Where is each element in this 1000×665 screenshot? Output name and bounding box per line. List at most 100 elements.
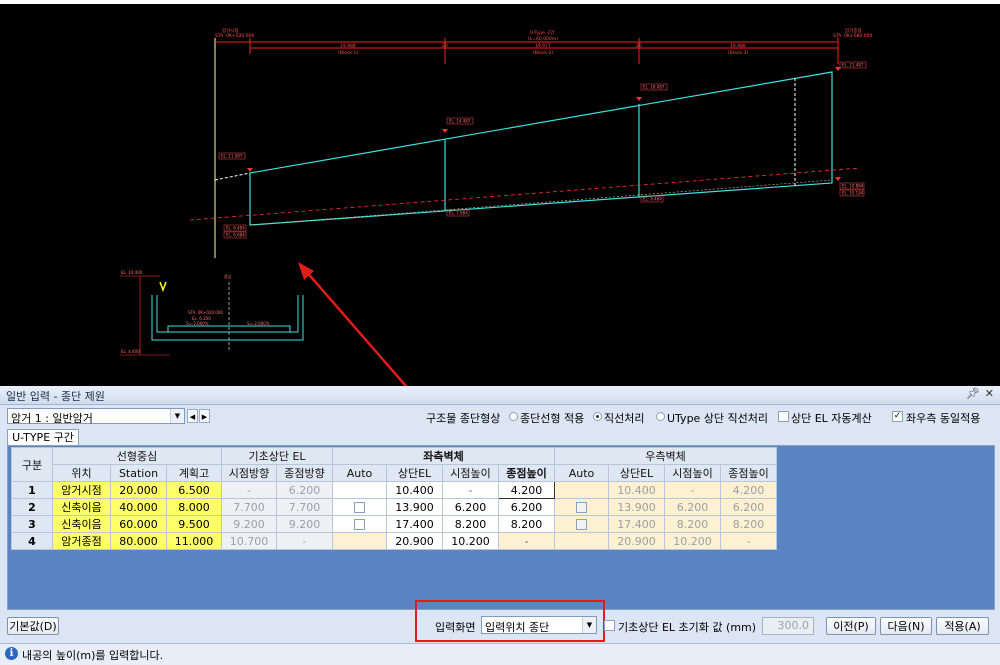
same-apply-label[interactable]: 좌우측 동일적용 <box>906 410 980 426</box>
cad-drawing-view[interactable]: STA. 0K+020.000 암거시점 STA. 0K+080.000 암거종… <box>0 0 1000 386</box>
cad-label: (Block-3) <box>728 50 748 56</box>
cad-label: 19.977 <box>535 43 551 49</box>
cell-pos[interactable]: 암거시점 <box>52 481 111 499</box>
cell-l-top[interactable]: 20.900 <box>386 532 443 550</box>
col-r-top: 상단EL <box>608 464 665 482</box>
prev-button[interactable]: 이전(P) <box>826 617 876 635</box>
next-button[interactable]: 다음(N) <box>880 617 932 635</box>
cell-r-end: 4.200 <box>720 481 777 499</box>
prev-culvert-button[interactable]: ◀ <box>187 409 198 423</box>
cad-top-border <box>0 0 1000 4</box>
radio-straight[interactable] <box>593 412 602 421</box>
annotation-arrow <box>304 269 408 386</box>
init-value-label[interactable]: 기초상단 EL 초기화 값 (mm) <box>618 619 756 635</box>
culvert-select-value: 암거 1 : 일반암거 <box>11 412 93 425</box>
cell-pos[interactable]: 암거종점 <box>52 532 111 550</box>
cell-l-end[interactable]: 8.200 <box>498 515 555 533</box>
col-l-auto: Auto <box>332 464 387 482</box>
cell-r-start: 8.200 <box>664 515 721 533</box>
el-label: STA. 0K+020.000 <box>188 310 223 315</box>
foundation-line <box>249 179 833 226</box>
default-button[interactable]: 기본값(D) <box>7 617 59 635</box>
cad-label: 19.988 <box>340 43 356 49</box>
auto-el-checkbox[interactable] <box>778 411 789 422</box>
cell-plan[interactable]: 11.000 <box>166 532 222 550</box>
cell-l-top[interactable]: 13.900 <box>386 498 443 516</box>
col-plan: 계획고 <box>166 464 222 482</box>
radio-profile-apply-label[interactable]: 종단선형 적용 <box>520 410 584 426</box>
cell-l-auto[interactable] <box>332 498 387 516</box>
cell-l-top[interactable]: 10.400 <box>386 481 443 499</box>
apply-button[interactable]: 적용(A) <box>936 617 989 635</box>
chevron-down-icon[interactable]: ▼ <box>170 409 184 423</box>
radio-profile-apply[interactable] <box>509 412 518 421</box>
el-label: EL. 10.400 <box>121 270 143 275</box>
cell-l-start[interactable]: 6.200 <box>442 498 499 516</box>
cell-f-end: 6.200 <box>276 481 333 499</box>
cell-l-start[interactable]: 10.200 <box>442 532 499 550</box>
el-label: S=-2.000% <box>247 321 270 326</box>
cell-f-start: 7.700 <box>221 498 277 516</box>
col-r-start: 시점높이 <box>664 464 721 482</box>
cad-label: (Block-2) <box>533 50 553 56</box>
cell-l-auto <box>332 481 387 499</box>
table-row: 3 신축이음 60.000 9.500 9.200 9.200 17.400 8… <box>11 515 777 533</box>
cell-l-top[interactable]: 17.400 <box>386 515 443 533</box>
el-triangle <box>442 129 448 133</box>
close-icon[interactable]: ✕ <box>985 387 994 400</box>
cad-label: 암거시점 <box>222 27 239 34</box>
cell-station[interactable]: 20.000 <box>110 481 167 499</box>
cell-f-start: 10.700 <box>221 532 277 550</box>
cell-plan[interactable]: 9.500 <box>166 515 222 533</box>
cell-r-top: 20.900 <box>608 532 665 550</box>
cell-station[interactable]: 40.000 <box>110 498 167 516</box>
radio-utype-straight-label[interactable]: UType 상단 직선처리 <box>667 410 768 426</box>
pin-icon[interactable]: 📌︎ <box>966 387 980 400</box>
cell-l-auto[interactable] <box>332 515 387 533</box>
col-l-end: 종점높이 <box>498 464 555 482</box>
el-triangle <box>835 67 841 71</box>
cell-pos[interactable]: 신축이음 <box>52 515 111 533</box>
cell-station[interactable]: 60.000 <box>110 515 167 533</box>
el-label: EL. 4.400 <box>121 349 140 354</box>
cell-station[interactable]: 80.000 <box>110 532 167 550</box>
cad-label: 20 <box>636 43 642 49</box>
cad-label: 20 <box>442 43 448 49</box>
row-no: 2 <box>11 498 53 516</box>
header-right-wall: 우측벽체 <box>554 447 777 465</box>
auto-checkbox[interactable] <box>354 502 365 513</box>
cad-label: 19.988 <box>730 43 746 49</box>
col-r-auto: Auto <box>554 464 609 482</box>
auto-checkbox[interactable] <box>354 519 365 530</box>
table-row: 4 암거종점 80.000 11.000 10.700 - 20.900 10.… <box>11 532 777 550</box>
el-label: S=-2.000% <box>186 321 209 326</box>
el-label: EL. 9.484 <box>643 197 662 202</box>
cell-l-end[interactable]: 6.200 <box>498 498 555 516</box>
cell-l-start[interactable]: - <box>442 481 499 499</box>
cell-r-auto <box>554 481 609 499</box>
auto-el-label[interactable]: 상단 EL 자동계산 <box>791 410 872 426</box>
culvert-select[interactable]: 암거 1 : 일반암거 ▼ <box>7 408 185 425</box>
cell-l-start[interactable]: 8.200 <box>442 515 499 533</box>
cad-label: (L=60.000m) <box>528 36 558 42</box>
el-triangle <box>247 168 253 172</box>
cell-plan[interactable]: 6.500 <box>166 481 222 499</box>
init-value-input[interactable]: 300.0 <box>762 617 814 635</box>
cell-r-start: 10.200 <box>664 532 721 550</box>
highlight-box <box>415 600 605 642</box>
tab-utype-section[interactable]: U-TYPE 구간 <box>7 429 79 446</box>
next-culvert-button[interactable]: ▶ <box>199 409 210 423</box>
cad-canvas: STA. 0K+020.000 암거시점 STA. 0K+080.000 암거종… <box>0 0 1000 386</box>
radio-straight-label[interactable]: 직선처리 <box>604 410 644 426</box>
cell-plan[interactable]: 8.000 <box>166 498 222 516</box>
ground-line <box>189 167 861 221</box>
cell-l-end-selected[interactable]: 4.200 <box>498 481 555 499</box>
cell-pos[interactable]: 신축이음 <box>52 498 111 516</box>
same-apply-checkbox[interactable]: ✓ <box>892 411 903 422</box>
panel-title: 일반 입력 - 종단 제원 <box>6 390 105 403</box>
init-value-checkbox[interactable] <box>604 620 615 631</box>
el-label: EL. 10.884 <box>842 184 864 189</box>
cell-r-end: 8.200 <box>720 515 777 533</box>
el-label: EL. 6.484 <box>226 226 245 231</box>
radio-utype-straight[interactable] <box>656 412 665 421</box>
